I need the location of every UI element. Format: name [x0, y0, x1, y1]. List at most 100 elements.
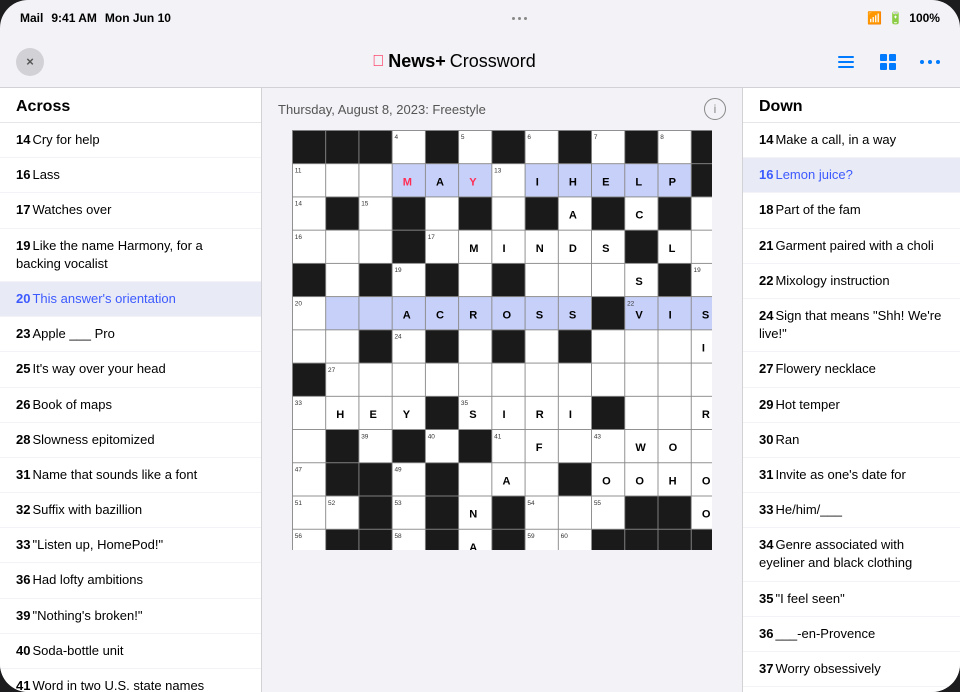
svg-text:C: C [436, 309, 444, 321]
crossword-panel: Thursday, August 8, 2023: Freestyle i .g… [262, 88, 742, 692]
across-clues-list: 14Cry for help 16Lass 17Watches over 19L… [0, 123, 261, 692]
across-clue-41[interactable]: 41Word in two U.S. state names [0, 669, 261, 692]
grid-view-button[interactable] [874, 48, 902, 76]
svg-text:52: 52 [328, 500, 336, 507]
across-clue-14[interactable]: 14Cry for help [0, 123, 261, 158]
crossword-container[interactable]: .gc { fill: white; } .gb { fill: #1a1a1a… [262, 130, 742, 692]
svg-text:39: 39 [361, 433, 369, 440]
down-clue-29[interactable]: 29Hot temper [743, 388, 960, 423]
svg-text:A: A [436, 176, 444, 188]
svg-text:R: R [536, 409, 544, 421]
across-clue-32[interactable]: 32Suffix with bazillion [0, 493, 261, 528]
down-clue-35[interactable]: 35"I feel seen" [743, 582, 960, 617]
svg-text:14: 14 [295, 201, 303, 208]
svg-text:R: R [469, 309, 477, 321]
svg-text:H: H [336, 409, 344, 421]
down-clue-14[interactable]: 14Make a call, in a way [743, 123, 960, 158]
across-clue-20[interactable]: 20This answer's orientation [0, 282, 261, 317]
down-clues-list: 14Make a call, in a way 16Lemon juice? 1… [743, 123, 960, 692]
svg-text:20: 20 [295, 300, 303, 307]
status-right: 📶 🔋 100% [867, 11, 940, 25]
svg-text:41: 41 [494, 433, 502, 440]
down-clue-21[interactable]: 21Garment paired with a choli [743, 229, 960, 264]
svg-text:59: 59 [527, 533, 535, 540]
svg-text:4: 4 [394, 134, 398, 141]
svg-text:40: 40 [428, 433, 436, 440]
svg-text:V: V [635, 309, 643, 321]
more-options-button[interactable] [916, 48, 944, 76]
status-left: Mail 9:41 AM Mon Jun 10 [20, 11, 171, 25]
svg-text:58: 58 [394, 533, 402, 540]
down-clue-30[interactable]: 30Ran [743, 423, 960, 458]
down-clue-33[interactable]: 33He/him/___ [743, 493, 960, 528]
across-clue-16[interactable]: 16Lass [0, 158, 261, 193]
svg-text:N: N [536, 243, 544, 255]
svg-text:H: H [669, 475, 677, 487]
svg-text:8: 8 [660, 134, 664, 141]
across-clue-39[interactable]: 39"Nothing's broken!" [0, 599, 261, 634]
svg-text:16: 16 [295, 234, 303, 241]
svg-text:47: 47 [295, 467, 303, 474]
top-bar: ×  News+ Crossword [0, 36, 960, 88]
down-clue-37[interactable]: 37Worry obsessively [743, 652, 960, 687]
down-clue-27[interactable]: 27Flowery necklace [743, 352, 960, 387]
svg-text:17: 17 [428, 234, 436, 241]
svg-text:O: O [702, 475, 711, 487]
crossword-grid[interactable]: .gc { fill: white; } .gb { fill: #1a1a1a… [292, 130, 712, 550]
across-clue-33[interactable]: 33"Listen up, HomePod!" [0, 528, 261, 563]
down-clue-31[interactable]: 31Invite as one's date for [743, 458, 960, 493]
svg-text:M: M [403, 176, 412, 188]
svg-text:35: 35 [461, 400, 469, 407]
down-clue-36[interactable]: 36___-en-Provence [743, 617, 960, 652]
svg-text:24: 24 [394, 334, 402, 341]
app-title:  News+ Crossword [372, 51, 536, 72]
across-clue-25[interactable]: 25It's way over your head [0, 352, 261, 387]
info-button[interactable]: i [704, 98, 726, 120]
svg-text:53: 53 [394, 500, 402, 507]
svg-text:33: 33 [295, 400, 303, 407]
down-clue-24[interactable]: 24Sign that means "Shh! We're live!" [743, 299, 960, 352]
across-clue-19[interactable]: 19Like the name Harmony, for a backing v… [0, 229, 261, 282]
across-clue-36[interactable]: 36Had lofty ambitions [0, 563, 261, 598]
close-button[interactable]: × [16, 48, 44, 76]
svg-text:N: N [469, 509, 477, 521]
svg-text:S: S [569, 309, 576, 321]
down-panel: Down 14Make a call, in a way 16Lemon jui… [742, 88, 960, 692]
news-plus-label: News+ [388, 51, 446, 72]
svg-text:I: I [536, 176, 539, 188]
svg-text:F: F [536, 442, 543, 454]
across-clue-28[interactable]: 28Slowness epitomized [0, 423, 261, 458]
svg-text:A: A [569, 210, 577, 222]
down-header: Down [743, 88, 960, 123]
across-clue-23[interactable]: 23Apple ___ Pro [0, 317, 261, 352]
svg-text:I: I [502, 409, 505, 421]
top-bar-actions [832, 48, 944, 76]
across-clue-40[interactable]: 40Soda-bottle unit [0, 634, 261, 669]
down-clue-18[interactable]: 18Part of the fam [743, 193, 960, 228]
svg-text:15: 15 [361, 201, 369, 208]
svg-text:S: S [469, 409, 476, 421]
across-clue-31[interactable]: 31Name that sounds like a font [0, 458, 261, 493]
svg-text:19: 19 [694, 267, 702, 274]
svg-text:6: 6 [527, 134, 531, 141]
svg-text:I: I [669, 309, 672, 321]
status-bar: Mail 9:41 AM Mon Jun 10 📶 🔋 100% [0, 0, 960, 36]
date: Mon Jun 10 [105, 11, 171, 25]
svg-text:Y: Y [403, 409, 411, 421]
across-clue-26[interactable]: 26Book of maps [0, 388, 261, 423]
svg-text:R: R [702, 409, 710, 421]
across-clue-17[interactable]: 17Watches over [0, 193, 261, 228]
grid-header: Thursday, August 8, 2023: Freestyle i [262, 88, 742, 130]
svg-text:51: 51 [295, 500, 303, 507]
down-clue-22[interactable]: 22Mixology instruction [743, 264, 960, 299]
battery-percent: 100% [909, 11, 940, 25]
svg-text:7: 7 [594, 134, 598, 141]
svg-text:22: 22 [627, 300, 635, 307]
down-clue-38[interactable]: 38Oaxaca coin [743, 687, 960, 692]
svg-text:L: L [669, 243, 676, 255]
svg-text:54: 54 [527, 500, 535, 507]
list-view-button[interactable] [832, 48, 860, 76]
svg-text:49: 49 [394, 467, 402, 474]
down-clue-16[interactable]: 16Lemon juice? [743, 158, 960, 193]
down-clue-34[interactable]: 34Genre associated with eyeliner and bla… [743, 528, 960, 581]
